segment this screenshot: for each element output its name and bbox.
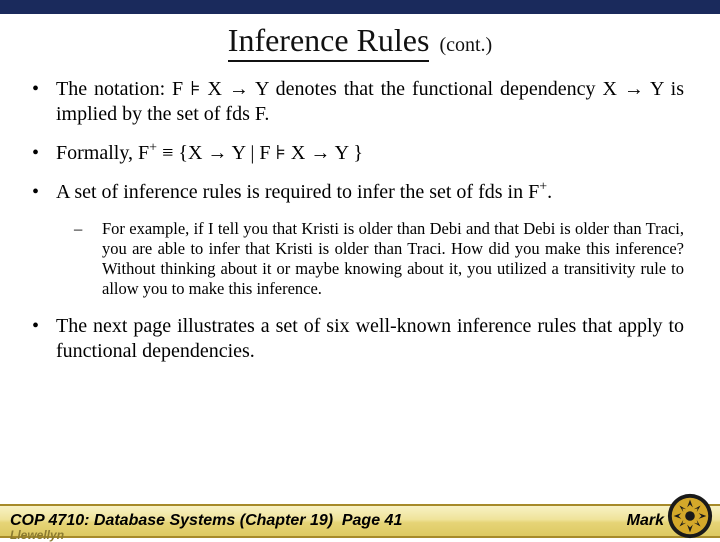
top-accent-bar [0, 0, 720, 14]
text: Y | F [227, 142, 275, 164]
text: The next page illustrates a set of six w… [56, 315, 684, 362]
text: . [547, 181, 552, 203]
arrow-symbol: → [207, 142, 227, 164]
sub-bullet-1: – For example, if I tell you that Kristi… [102, 219, 684, 300]
text: ≡ {X [157, 142, 207, 164]
sub-dash: – [74, 219, 82, 239]
bullet-dot: • [32, 180, 39, 205]
slide-title: Inference Rules [228, 22, 430, 62]
arrow-symbol: → [229, 78, 249, 100]
text: X [286, 142, 310, 164]
models-symbol: ⊧ [190, 78, 200, 100]
bullet-dot: • [32, 77, 39, 102]
text: Y denotes that the functional dependency… [249, 78, 624, 100]
text: X [201, 78, 229, 100]
footer-page: Page 41 [342, 512, 402, 530]
models-symbol: ⊧ [275, 142, 285, 164]
text: A set of inference rules is required to … [56, 181, 539, 203]
bullet-4: • The next page illustrates a set of six… [56, 314, 684, 364]
arrow-symbol: → [624, 78, 644, 100]
text: Y } [330, 142, 363, 164]
text: The notation: F [56, 78, 190, 100]
content-area: • The notation: F ⊧ X → Y denotes that t… [0, 63, 720, 364]
footer-bar: COP 4710: Database Systems (Chapter 19) … [0, 504, 720, 538]
bullet-dot: • [32, 141, 39, 166]
title-container: Inference Rules (cont.) [0, 14, 720, 63]
bullet-3: • A set of inference rules is required t… [56, 180, 684, 205]
bullet-dot: • [32, 314, 39, 339]
text: For example, if I tell you that Kristi i… [102, 219, 684, 298]
superscript-plus: + [539, 179, 547, 194]
slide-title-cont: (cont.) [439, 34, 492, 56]
footer: COP 4710: Database Systems (Chapter 19) … [0, 502, 720, 540]
bullet-2: • Formally, F+ ≡ {X → Y | F ⊧ X → Y } [56, 141, 684, 166]
ucf-logo-icon [666, 492, 714, 540]
superscript-plus: + [149, 140, 157, 155]
bullet-1: • The notation: F ⊧ X → Y denotes that t… [56, 77, 684, 127]
arrow-symbol: → [310, 142, 330, 164]
text: Formally, F [56, 142, 149, 164]
